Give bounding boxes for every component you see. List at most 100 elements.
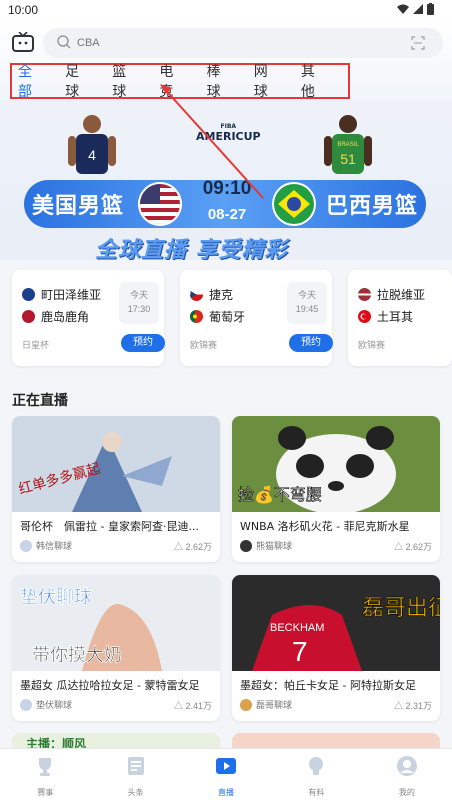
nav-label: 直播: [218, 788, 235, 797]
away-team-name: 葡萄牙: [209, 310, 246, 324]
match-home-team: 町田泽维亚: [22, 286, 101, 303]
tv-icon[interactable]: [12, 32, 34, 52]
thumb-jersey-name: BECKHAM: [270, 622, 324, 634]
user-icon: [396, 756, 417, 776]
stream-title: 墨超女 瓜达拉哈拉女足 - 蒙特雷女足: [20, 679, 200, 692]
team-badge-icon: [22, 288, 35, 301]
player-brazil-number: 51: [340, 151, 356, 167]
thumb-overlay-text: 磊哥出征: [362, 596, 440, 621]
tab-tennis[interactable]: 网球: [254, 61, 281, 101]
tab-basketball[interactable]: 篮球: [112, 61, 139, 101]
usa-flag-icon: [138, 182, 182, 226]
bottom-navigation: 赛事 头条 直播 有料 我的: [0, 748, 452, 804]
live-stream-card[interactable]: 捡💰不弯腰 WNBA 洛杉矶火花 - 菲尼克斯水星 熊猫聊球 △ 2.62万: [232, 416, 440, 562]
player-usa-number: 4: [88, 147, 96, 163]
match-away-team: 土耳其: [358, 308, 413, 325]
nav-label: 头条: [127, 788, 144, 797]
match-home-team: 拉脱维亚: [358, 286, 425, 303]
match-day: 今天: [297, 290, 316, 300]
reserve-button[interactable]: 预约: [289, 334, 333, 352]
tab-baseball[interactable]: 棒球: [207, 61, 234, 101]
nav-profile[interactable]: 我的: [362, 749, 452, 804]
stream-views: △ 2.62万: [394, 540, 432, 553]
stream-title: 墨超女：帕丘卡女足 - 阿特拉斯女足: [240, 679, 416, 692]
match-away-team: 葡萄牙: [190, 308, 245, 325]
match-time: 09:10: [202, 178, 252, 199]
author-name: 熊猫聊球: [256, 542, 293, 552]
match-card[interactable]: 拉脱维亚 土耳其 欧锦赛: [348, 270, 452, 366]
author-name: 磊哥聊球: [256, 701, 293, 711]
tab-football[interactable]: 足球: [65, 61, 92, 101]
match-card[interactable]: 町田泽维亚 鹿岛鹿角 今天 17:30 日皇杯 预约: [12, 270, 165, 366]
team-badge-icon: [22, 310, 35, 323]
trophy-icon: [39, 758, 52, 776]
nav-events[interactable]: 赛事: [0, 749, 90, 804]
fiba-logo-line2: AMERICUP: [196, 130, 261, 143]
nav-label: 我的: [398, 788, 415, 797]
brazil-flag-icon: [272, 182, 316, 226]
thumb-handwriting: 带你摸大奶: [32, 645, 122, 666]
stream-author: 韩信聊球: [20, 539, 72, 552]
live-stream-card[interactable]: BECKHAM 7 磊哥出征 墨超女：帕丘卡女足 - 阿特拉斯女足 磊哥聊球 △…: [232, 575, 440, 721]
tab-other[interactable]: 其他: [301, 61, 328, 101]
search-bar[interactable]: [43, 28, 443, 58]
author-name: 垫伏聊球: [36, 701, 73, 711]
matchup-bar: 美国男篮 09:10 08-27 巴西男篮: [24, 178, 426, 228]
nav-label: 赛事: [37, 788, 54, 797]
upcoming-matches-row: 町田泽维亚 鹿岛鹿角 今天 17:30 日皇杯 预约 捷克 葡萄牙 今天 19:…: [12, 270, 452, 370]
live-section-title: 正在直播: [12, 393, 68, 409]
nav-insights[interactable]: 有料: [271, 749, 361, 804]
stream-thumbnail: 红单多多赢起: [12, 416, 220, 512]
reserve-button[interactable]: 预约: [121, 334, 165, 352]
match-time-box: 今天 17:30: [119, 282, 159, 324]
news-icon: [127, 757, 144, 775]
match-day: 今天: [129, 290, 148, 300]
avatar: [20, 698, 32, 711]
stream-author: 垫伏聊球: [20, 698, 72, 711]
banner-slogan: 全球直播 享受精彩: [95, 238, 288, 260]
battery-icon: [427, 3, 434, 15]
nav-headlines[interactable]: 头条: [90, 749, 180, 804]
play-icon: [216, 758, 237, 774]
views-count: 2.62万: [405, 542, 432, 552]
views-icon: △: [393, 701, 403, 711]
views-icon: △: [393, 542, 403, 552]
nav-live[interactable]: 直播: [181, 749, 271, 804]
views-icon: △: [173, 542, 183, 552]
match-league: 欧锦赛: [190, 341, 218, 351]
player-usa-image: 4: [68, 115, 116, 174]
portugal-flag-icon: [190, 310, 203, 323]
live-stream-card[interactable]: 红单多多赢起 哥伦杯 佩雷拉 - 皇家索阿查·昆迪... 韩信聊球 △ 2.62…: [12, 416, 220, 562]
status-icons: [397, 3, 434, 15]
scan-icon[interactable]: [411, 36, 425, 50]
lightbulb-icon: [309, 757, 324, 775]
signal-icon: [413, 4, 423, 14]
fiba-americup-logo: FIBA AMERICUP: [196, 122, 261, 142]
wifi-icon: [397, 4, 409, 14]
match-kickoff: 17:30: [127, 304, 151, 314]
stream-views: △ 2.41万: [174, 699, 212, 712]
avatar: [20, 539, 32, 552]
avatar: [240, 539, 252, 552]
stream-author: 熊猫聊球: [240, 539, 292, 552]
tab-esports[interactable]: 电竞: [159, 61, 186, 101]
views-count: 2.41万: [185, 701, 212, 711]
home-team-name: 捷克: [209, 288, 234, 302]
promo-banner[interactable]: 4 FIBA AMERICUP BRASIL 51 美国男篮 09:10 08-…: [0, 100, 452, 260]
stream-views: △ 2.62万: [174, 540, 212, 553]
author-name: 韩信聊球: [36, 542, 73, 552]
status-bar: 10:00: [0, 0, 452, 20]
team-brazil-name: 巴西男篮: [325, 194, 418, 219]
tab-all[interactable]: 全部: [18, 61, 45, 101]
views-icon: △: [173, 701, 183, 711]
stream-author: 磊哥聊球: [240, 698, 292, 711]
away-team-name: 土耳其: [377, 310, 414, 324]
latvia-flag-icon: [358, 288, 371, 301]
search-input[interactable]: [77, 33, 377, 53]
live-stream-card[interactable]: 垫伏聊球 带你摸大奶 墨超女 瓜达拉哈拉女足 - 蒙特雷女足 垫伏聊球 △ 2.…: [12, 575, 220, 721]
team-usa-name: 美国男篮: [32, 194, 125, 219]
match-card[interactable]: 捷克 葡萄牙 今天 19:45 欧锦赛 预约: [180, 270, 333, 366]
match-league: 日皇杯: [22, 341, 50, 351]
stream-thumbnail: BECKHAM 7 磊哥出征: [232, 575, 440, 671]
views-count: 2.31万: [405, 701, 432, 711]
